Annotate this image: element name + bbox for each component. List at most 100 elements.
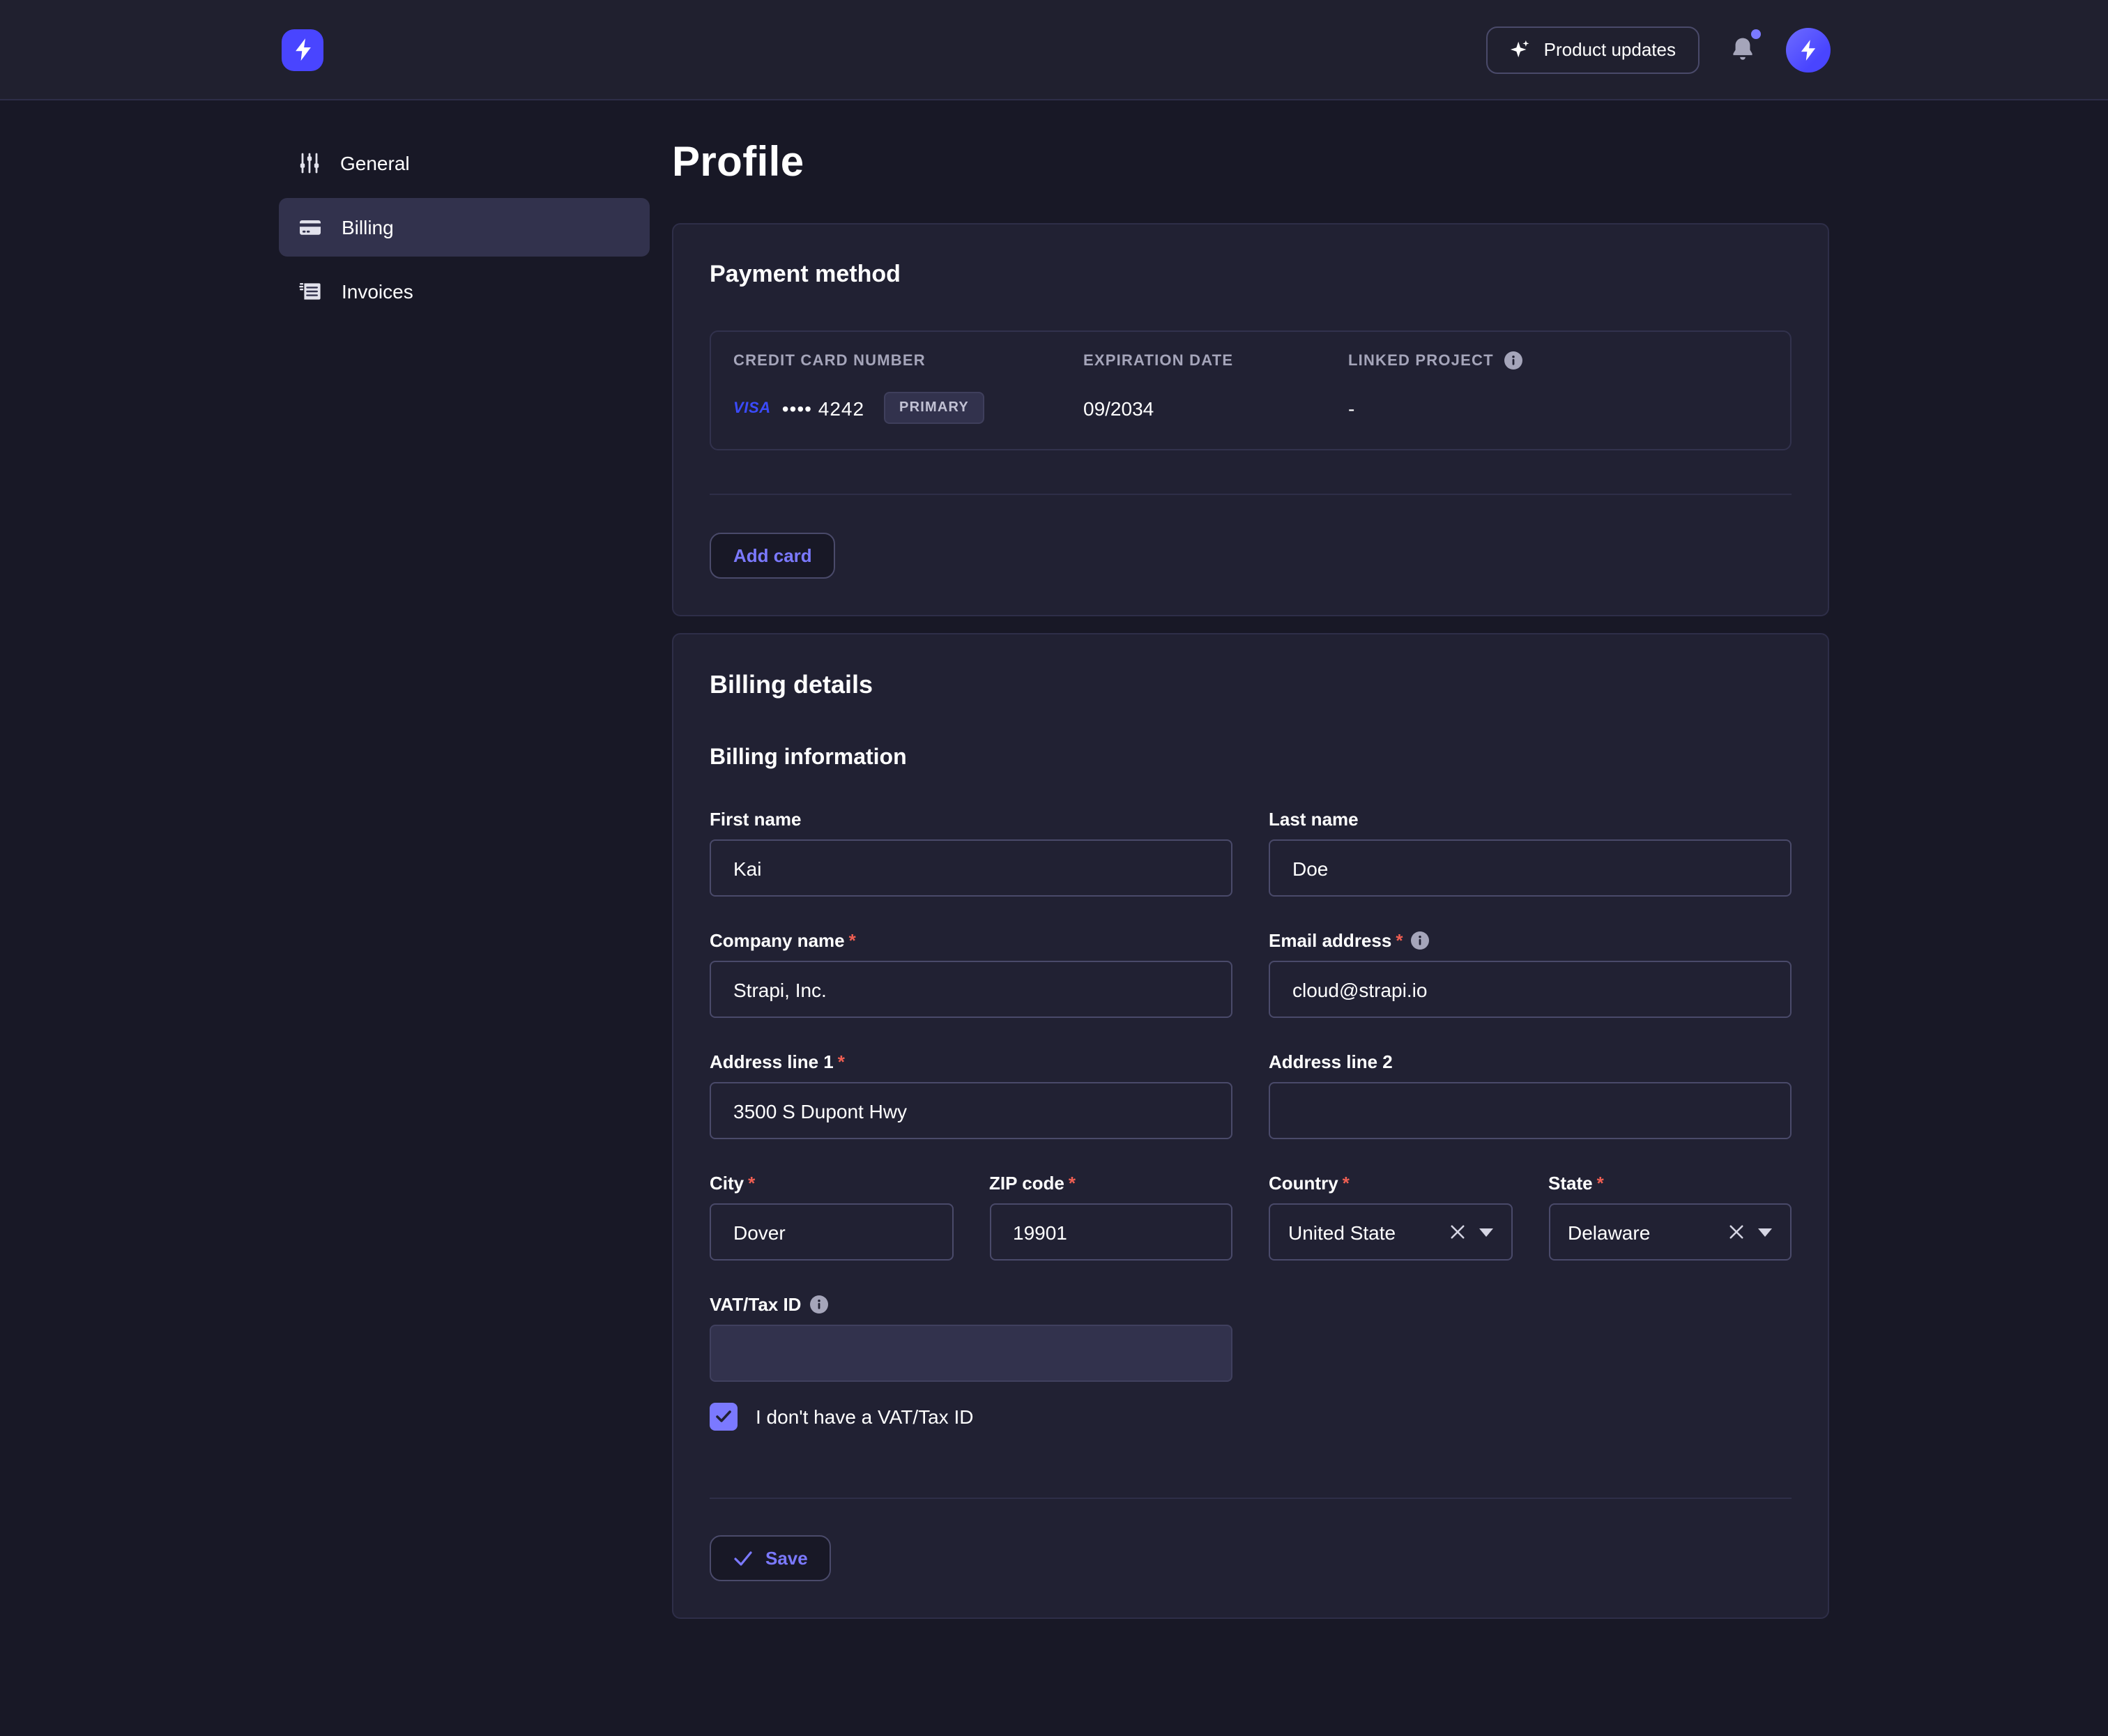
expiration-cell: 09/2034 <box>1083 397 1348 419</box>
primary-badge: PRIMARY <box>884 392 984 424</box>
company-name-input[interactable] <box>710 961 1232 1018</box>
required-marker: * <box>748 1173 755 1194</box>
address-line1-label: Address line 1 <box>710 1051 834 1072</box>
email-label: Email address <box>1269 930 1391 951</box>
strapi-logo[interactable] <box>282 29 323 70</box>
last-name-input[interactable] <box>1269 839 1792 897</box>
sparkles-icon <box>1511 39 1532 60</box>
required-marker: * <box>1069 1173 1076 1194</box>
column-expiration-date: EXPIRATION DATE <box>1083 352 1348 369</box>
city-label: City <box>710 1173 744 1194</box>
state-select[interactable]: Delaware <box>1548 1203 1792 1261</box>
state-select-value: Delaware <box>1568 1221 1715 1243</box>
strapi-cloud-app: Product updates <box>0 0 2108 1736</box>
payment-methods-table: CREDIT CARD NUMBER EXPIRATION DATE LINKE… <box>710 330 1792 450</box>
first-name-field-block: First name <box>710 809 1232 897</box>
linked-project-info-icon[interactable] <box>1505 351 1523 370</box>
billing-details-title: Billing details <box>710 671 1792 700</box>
account-avatar[interactable] <box>1786 27 1831 72</box>
no-vat-checkbox-label: I don't have a VAT/Tax ID <box>756 1406 973 1428</box>
email-field-block: Email address* <box>1269 930 1792 1018</box>
page-title: Profile <box>672 139 1829 187</box>
vat-checkbox-row: I don't have a VAT/Tax ID <box>710 1403 1792 1431</box>
address-line2-input[interactable] <box>1269 1082 1792 1139</box>
country-select-value: United State <box>1288 1221 1435 1243</box>
topbar-actions: Product updates <box>1487 26 1831 73</box>
email-input[interactable] <box>1269 961 1792 1018</box>
zip-field-block: ZIP code* <box>989 1173 1232 1261</box>
zip-input[interactable] <box>989 1203 1232 1261</box>
payment-method-card: Payment method CREDIT CARD NUMBER EXPIRA… <box>672 223 1829 616</box>
email-info-icon[interactable] <box>1411 931 1429 950</box>
country-label: Country <box>1269 1173 1338 1194</box>
main-content: Profile Payment method CREDIT CARD NUMBE… <box>672 134 1829 1636</box>
country-field-block: Country* United State <box>1269 1173 1512 1261</box>
required-marker: * <box>849 930 856 951</box>
notification-dot <box>1751 29 1761 38</box>
sliders-icon <box>298 152 321 174</box>
first-name-label: First name <box>710 809 802 830</box>
sidebar-item-general[interactable]: General <box>279 134 650 192</box>
bell-icon <box>1727 34 1758 65</box>
payment-card-row: VISA •••• 4242 PRIMARY 09/2034 - <box>733 392 1768 424</box>
address-line2-field-block: Address line 2 <box>1269 1051 1792 1139</box>
required-marker: * <box>1343 1173 1350 1194</box>
country-select[interactable]: United State <box>1269 1203 1512 1261</box>
top-bar: Product updates <box>0 0 2108 100</box>
no-vat-checkbox[interactable] <box>710 1403 738 1431</box>
billing-form-divider <box>710 1498 1792 1499</box>
checkbox-check-icon <box>715 1410 732 1424</box>
city-input[interactable] <box>710 1203 953 1261</box>
payment-table-header: CREDIT CARD NUMBER EXPIRATION DATE LINKE… <box>733 351 1768 370</box>
city-field-block: City* <box>710 1173 953 1261</box>
state-label: State <box>1548 1173 1593 1194</box>
column-linked-project: LINKED PROJECT <box>1348 351 1768 370</box>
required-marker: * <box>1396 930 1403 951</box>
vat-info-icon[interactable] <box>809 1295 827 1314</box>
address-line1-field-block: Address line 1* <box>710 1051 1232 1139</box>
save-button[interactable]: Save <box>710 1535 832 1581</box>
zip-label: ZIP code <box>989 1173 1064 1194</box>
sidebar-item-label: General <box>340 152 410 174</box>
last-name-label: Last name <box>1269 809 1359 830</box>
clear-selection-icon[interactable] <box>1729 1224 1744 1240</box>
card-number-cell: VISA •••• 4242 PRIMARY <box>733 392 1083 424</box>
invoice-icon <box>298 280 322 303</box>
vat-label: VAT/Tax ID <box>710 1294 801 1315</box>
payment-card-divider <box>710 494 1792 495</box>
masked-card-number: •••• 4242 <box>782 397 864 419</box>
address-line1-input[interactable] <box>710 1082 1232 1139</box>
product-updates-button[interactable]: Product updates <box>1487 26 1700 73</box>
product-updates-label: Product updates <box>1544 39 1676 60</box>
add-card-button[interactable]: Add card <box>710 533 836 579</box>
notifications-button[interactable] <box>1727 34 1758 65</box>
company-name-label: Company name <box>710 930 845 951</box>
required-marker: * <box>838 1051 845 1072</box>
visa-brand-logo: VISA <box>733 399 771 416</box>
billing-information-subtitle: Billing information <box>710 746 1792 771</box>
settings-sidebar: General Billing <box>279 134 650 1636</box>
credit-card-icon <box>298 216 322 238</box>
chevron-down-icon <box>1479 1228 1492 1236</box>
sidebar-item-billing[interactable]: Billing <box>279 198 650 257</box>
check-icon <box>733 1550 753 1567</box>
vat-input[interactable] <box>710 1325 1232 1382</box>
sidebar-item-label: Invoices <box>342 280 413 303</box>
strapi-bolt-icon <box>292 38 313 61</box>
company-name-field-block: Company name* <box>710 930 1232 1018</box>
address-line2-label: Address line 2 <box>1269 1051 1393 1072</box>
state-field-block: State* Delaware <box>1548 1173 1792 1261</box>
last-name-field-block: Last name <box>1269 809 1792 897</box>
billing-form-grid: First name Last name Company name* <box>710 809 1792 1139</box>
linked-project-cell: - <box>1348 397 1768 419</box>
chevron-down-icon <box>1758 1228 1772 1236</box>
page-layout: General Billing <box>0 100 2108 1636</box>
column-linked-project-label: LINKED PROJECT <box>1348 352 1494 369</box>
avatar-bolt-icon <box>1798 38 1818 61</box>
first-name-input[interactable] <box>710 839 1232 897</box>
billing-details-card: Billing details Billing information Firs… <box>672 633 1829 1619</box>
save-button-label: Save <box>765 1548 808 1569</box>
column-card-number: CREDIT CARD NUMBER <box>733 352 1083 369</box>
sidebar-item-invoices[interactable]: Invoices <box>279 262 650 321</box>
clear-selection-icon[interactable] <box>1449 1224 1465 1240</box>
